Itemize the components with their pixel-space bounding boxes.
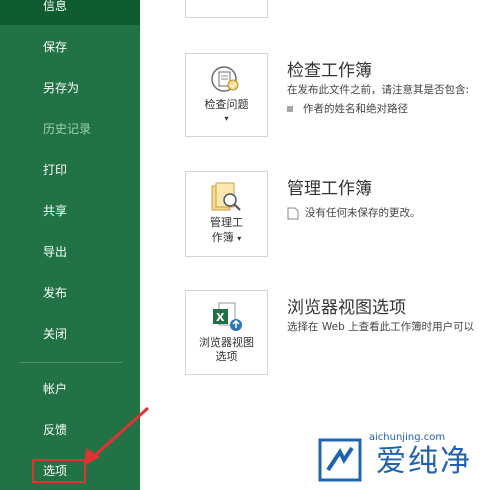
browser-view-label-line1: 浏览器视图 (199, 336, 254, 349)
nav-feedback[interactable]: 反馈 (0, 411, 140, 449)
nav-print[interactable]: 打印 (0, 151, 140, 189)
check-issues-button[interactable]: 检查问题 ▾ (185, 53, 268, 137)
sidebar-divider (20, 362, 122, 363)
nav-save-as[interactable]: 另存为 (0, 69, 140, 107)
nav-close[interactable]: 关闭 (0, 315, 140, 353)
manage-workbook-button[interactable]: 管理工 作簿 ▾ (185, 171, 268, 257)
watermark-logo-icon (318, 438, 362, 482)
nav-account[interactable]: 帐户 (0, 370, 140, 408)
backstage-sidebar: 信息 保存 另存为 历史记录 打印 共享 导出 发布 关闭 帐户 反馈 选项 (0, 0, 140, 490)
nav-export[interactable]: 导出 (0, 233, 140, 271)
manage-workbook-label-line1: 管理工 (210, 216, 243, 229)
watermark-url: aichunjing.com (368, 432, 446, 443)
nav-save[interactable]: 保存 (0, 28, 140, 66)
watermark: 爱纯净 aichunjing.com (312, 432, 502, 490)
inspect-bullet-row: 作者的姓名和绝对路径 (287, 101, 408, 116)
nav-history: 历史记录 (43, 122, 92, 136)
nav-info[interactable]: 信息 (0, 0, 140, 25)
check-issues-label: 检查问题 (204, 98, 249, 111)
dropdown-caret-icon: ▾ (237, 234, 242, 243)
manage-status-row: 没有任何未保存的更改。 (287, 205, 421, 220)
browser-view-title: 浏览器视图选项 (287, 298, 406, 318)
nav-publish[interactable]: 发布 (0, 274, 140, 312)
options-highlight-box (32, 459, 86, 483)
manage-workbook-title: 管理工作簿 (287, 179, 372, 199)
svg-text:X: X (216, 311, 225, 324)
bullet-icon (287, 106, 293, 112)
inspect-workbook-description: 在发布此文件之前，请注意其是否包含: (287, 84, 470, 96)
browser-view-description: 选择在 Web 上查看此工作簿时用户可以 (287, 321, 475, 333)
document-icon (287, 207, 299, 219)
inspect-bullet-text: 作者的姓名和绝对路径 (303, 103, 408, 115)
top-partial-card[interactable] (185, 0, 268, 18)
dropdown-caret-icon: ▾ (224, 114, 229, 123)
browser-view-label-line2: 选项 (215, 350, 238, 363)
excel-web-icon: X (213, 302, 242, 331)
browser-view-options-button[interactable]: X 浏览器视图 选项 (185, 290, 268, 375)
manage-workbook-description: 没有任何未保存的更改。 (305, 207, 421, 219)
nav-share[interactable]: 共享 (0, 192, 140, 230)
manage-workbook-label-line2: 作簿 ▾ (211, 231, 242, 244)
inspect-workbook-title: 检查工作簿 (287, 61, 372, 81)
manage-workbook-icon (211, 182, 241, 211)
inspect-document-icon (211, 66, 239, 92)
